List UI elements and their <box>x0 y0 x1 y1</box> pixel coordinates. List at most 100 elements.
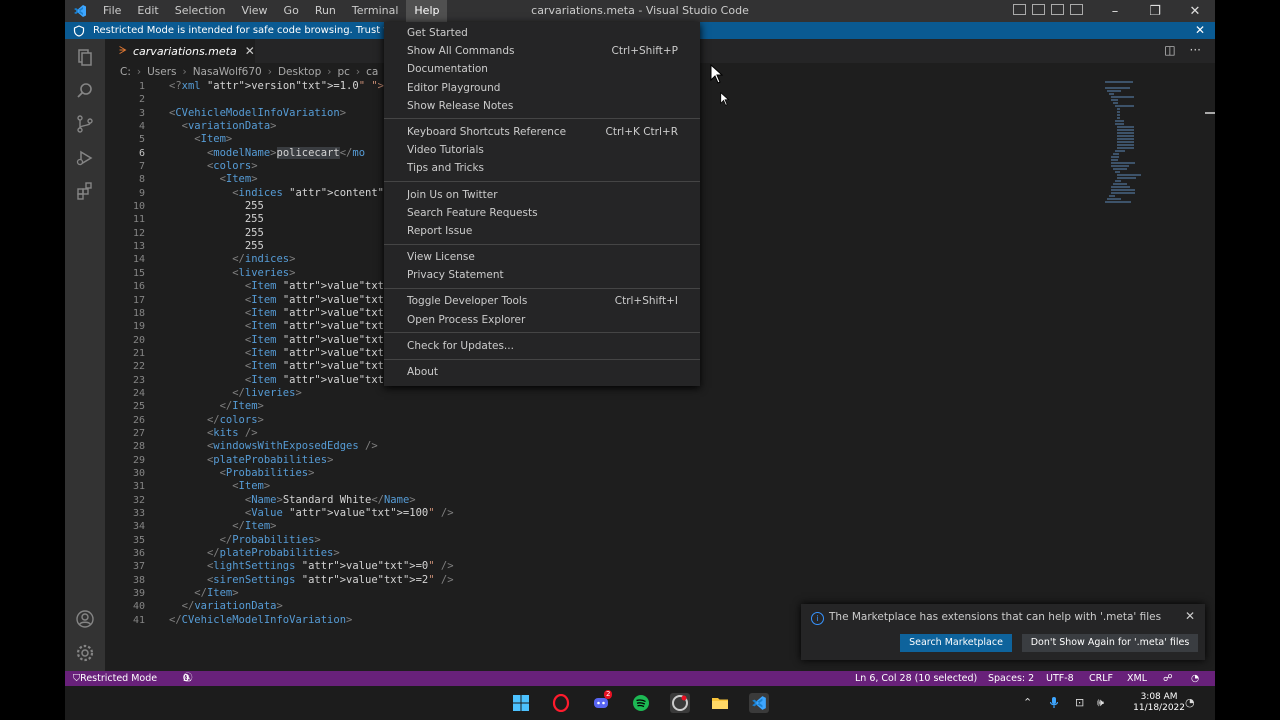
minimap[interactable] <box>1105 80 1165 203</box>
vscode-taskbar-icon[interactable] <box>749 693 769 713</box>
line-number: 37 <box>132 561 145 573</box>
menu-item-tips-tricks[interactable]: Tips and Tricks <box>384 159 700 177</box>
code-line[interactable]: </Probabilities> <box>169 534 1169 547</box>
menu-item-release-notes[interactable]: Show Release Notes <box>384 97 700 115</box>
taskbar-clock[interactable]: 3:08 AM 11/18/2022 <box>1133 692 1185 714</box>
menu-item-check-updates[interactable]: Check for Updates... <box>384 337 700 355</box>
toggle-primary-sidebar-icon[interactable] <box>1013 4 1026 15</box>
code-line[interactable]: <Probabilities> <box>169 467 1169 480</box>
menu-item-show-all-commands[interactable]: Show All Commands Ctrl+Shift+P <box>384 42 700 60</box>
code-line[interactable]: <Value "attr">value"txt">=100" /> <box>169 507 1169 520</box>
menu-go[interactable]: Go <box>276 0 307 22</box>
notifications-bell-icon[interactable]: ◔ <box>1191 671 1199 686</box>
extensions-icon[interactable] <box>73 179 97 203</box>
code-line[interactable]: <kits /> <box>169 427 1169 440</box>
explorer-icon[interactable] <box>73 45 97 69</box>
restricted-mode-status[interactable]: ⛉ Restricted Mode <box>73 671 157 686</box>
volume-icon[interactable]: 🕪 <box>1097 696 1104 710</box>
menu-item-feature-requests[interactable]: Search Feature Requests <box>384 204 700 222</box>
menu-item-keyboard-shortcuts[interactable]: Keyboard Shortcuts Reference Ctrl+K Ctrl+… <box>384 123 700 141</box>
toggle-panel-icon[interactable] <box>1032 4 1045 15</box>
breadcrumb-item[interactable]: pc <box>337 66 349 78</box>
minimize-icon[interactable]: – <box>1095 0 1135 22</box>
breadcrumb-item[interactable]: Users <box>147 66 176 78</box>
line-number: 19 <box>132 321 145 333</box>
dont-show-again-button[interactable]: Don't Show Again for '.meta' files <box>1022 634 1198 652</box>
run-debug-icon[interactable] <box>73 146 97 170</box>
chevron-up-icon[interactable]: ⌃ <box>1023 696 1032 709</box>
code-line[interactable]: <sirenSettings "attr">value"txt">=2" /> <box>169 574 1169 587</box>
network-icon[interactable]: ⊡ <box>1075 696 1084 709</box>
menu-item-view-license[interactable]: View License <box>384 248 700 266</box>
menu-terminal[interactable]: Terminal <box>344 0 407 22</box>
customize-layout-icon[interactable] <box>1070 4 1083 15</box>
code-line[interactable]: <Name>Standard White</Name> <box>169 494 1169 507</box>
line-number: 41 <box>132 614 145 626</box>
encoding-status[interactable]: UTF-8 <box>1046 671 1074 686</box>
code-line[interactable]: <Item> <box>169 480 1169 493</box>
breadcrumb-item[interactable]: Desktop <box>278 66 321 78</box>
menu-item-editor-playground[interactable]: Editor Playground <box>384 79 700 97</box>
menu-file[interactable]: File <box>95 0 129 22</box>
menu-item-documentation[interactable]: Documentation <box>384 60 700 78</box>
menu-item-report-issue[interactable]: Report Issue <box>384 222 700 240</box>
menu-edit[interactable]: Edit <box>129 0 166 22</box>
menu-item-video-tutorials[interactable]: Video Tutorials <box>384 141 700 159</box>
menu-view[interactable]: View <box>233 0 275 22</box>
more-actions-icon[interactable]: ··· <box>1190 43 1201 57</box>
accounts-icon[interactable] <box>73 607 97 631</box>
menu-item-get-started[interactable]: Get Started <box>384 24 700 42</box>
scrollbar-indicator[interactable] <box>1205 112 1215 114</box>
file-explorer-icon[interactable] <box>710 693 730 713</box>
code-line[interactable]: </colors> <box>169 414 1169 427</box>
browser-icon[interactable] <box>670 693 690 713</box>
code-line[interactable]: </Item> <box>169 400 1169 413</box>
menu-help[interactable]: Help <box>406 0 448 22</box>
restore-icon[interactable]: ❐ <box>1135 0 1175 22</box>
minimap-line <box>1117 129 1135 131</box>
spotify-icon[interactable] <box>631 693 651 713</box>
feedback-icon[interactable]: ☍ <box>1163 671 1173 686</box>
menu-selection[interactable]: Selection <box>167 0 234 22</box>
code-line[interactable]: <plateProbabilities> <box>169 454 1169 467</box>
breadcrumb-item[interactable]: ca <box>366 66 378 78</box>
source-control-icon[interactable] <box>73 112 97 136</box>
minimap-line <box>1117 108 1120 110</box>
menu-item-privacy[interactable]: Privacy Statement <box>384 266 700 284</box>
close-window-icon[interactable]: ✕ <box>1175 0 1215 22</box>
toggle-secondary-sidebar-icon[interactable] <box>1051 4 1064 15</box>
minimap-line <box>1113 183 1128 185</box>
code-line[interactable]: <lightSettings "attr">value"txt">=0" /> <box>169 560 1169 573</box>
microphone-icon[interactable] <box>1049 696 1059 712</box>
indentation-status[interactable]: Spaces: 2 <box>988 671 1034 686</box>
search-marketplace-button[interactable]: Search Marketplace <box>900 634 1012 652</box>
cursor-position-status[interactable]: Ln 6, Col 28 (10 selected) <box>855 671 977 686</box>
notification-close-icon[interactable]: ✕ <box>1185 609 1195 623</box>
discord-icon[interactable]: 2 <box>591 690 613 713</box>
windows-start-icon[interactable] <box>511 693 531 713</box>
tab-carvariations-meta[interactable]: ᗒ carvariations.meta ✕ <box>105 39 255 63</box>
code-line[interactable]: </plateProbabilities> <box>169 547 1169 560</box>
settings-gear-icon[interactable] <box>73 641 97 665</box>
menu-item-process-explorer[interactable]: Open Process Explorer <box>384 311 700 329</box>
menu-item-about[interactable]: About <box>384 363 700 381</box>
language-status[interactable]: XML <box>1127 671 1147 686</box>
banner-close-icon[interactable]: ✕ <box>1195 22 1205 39</box>
menu-item-dev-tools[interactable]: Toggle Developer Tools Ctrl+Shift+I <box>384 292 700 310</box>
editor-actions: ◫ ··· <box>1164 43 1201 57</box>
menu-item-twitter[interactable]: Join Us on Twitter <box>384 186 700 204</box>
breadcrumb-item[interactable]: C: <box>120 66 131 78</box>
line-number: 15 <box>132 267 145 279</box>
breadcrumb-item[interactable]: NasaWolf670 <box>193 66 262 78</box>
code-line[interactable]: <windowsWithExposedEdges /> <box>169 440 1169 453</box>
menu-run[interactable]: Run <box>307 0 344 22</box>
code-line[interactable]: </Item> <box>169 520 1169 533</box>
split-editor-icon[interactable]: ◫ <box>1164 43 1175 57</box>
eol-status[interactable]: CRLF <box>1089 671 1113 686</box>
notification-center-icon[interactable]: ◔ <box>1185 696 1195 709</box>
tab-close-icon[interactable]: ✕ <box>245 44 255 58</box>
code-line[interactable]: </Item> <box>169 587 1169 600</box>
code-line[interactable]: </liveries> <box>169 387 1169 400</box>
opera-gx-icon[interactable] <box>551 693 571 713</box>
search-icon[interactable] <box>73 79 97 103</box>
